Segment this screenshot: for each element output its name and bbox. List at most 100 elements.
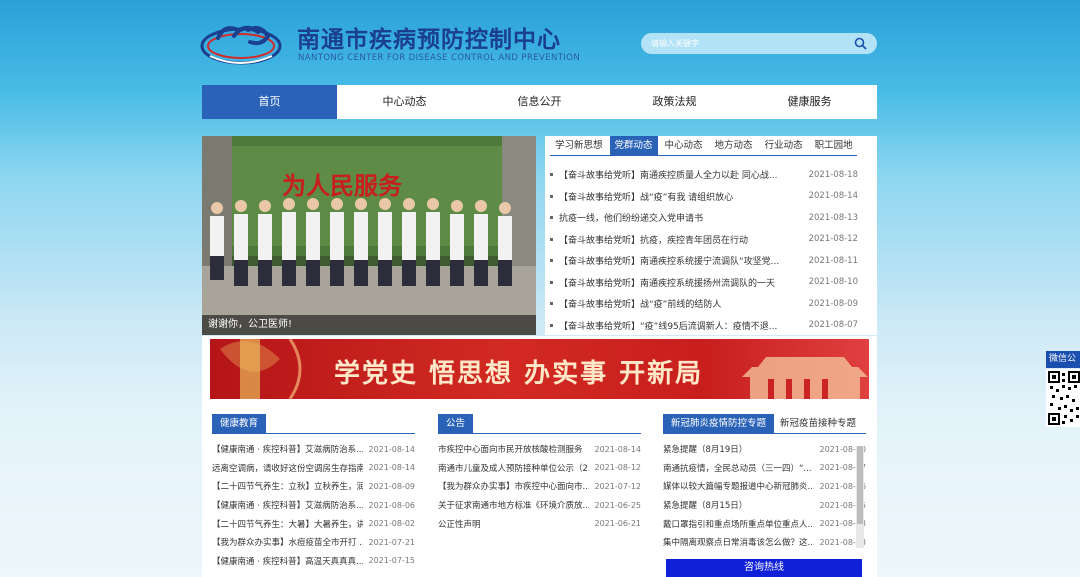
item-title[interactable]: 集中隔离观察点日常消毒该怎么做？这...: [663, 536, 814, 548]
news-item[interactable]: 【奋斗故事给党听】战“疫”前线的结防人 2021-08-09: [550, 293, 858, 315]
health-education-column: 健康教育 【健康南通 · 疾控科普】艾滋病防治系... 2021-08-14 远离…: [212, 414, 415, 570]
news-item[interactable]: 【奋斗故事给党听】南通疾控系统援宁流调队“攻坚党... 2021-08-11: [550, 250, 858, 272]
list-item[interactable]: 紧急提醒（8月19日） 2021-08-20: [663, 440, 866, 459]
news-date: 2021-08-14: [808, 191, 858, 202]
item-date: 2021-08-12: [594, 463, 642, 473]
item-title[interactable]: 【健康南通 · 疾控科普】艾滋病防治系...: [212, 443, 363, 455]
item-title[interactable]: 【健康南通 · 疾控科普】高温天真真真...: [212, 555, 363, 567]
list-item[interactable]: 关于征求南通市地方标准《环境介质放... 2021-06-25: [438, 496, 641, 515]
news-title[interactable]: 【奋斗故事给党听】南通疾控系统援宁流调队“攻坚党...: [559, 254, 803, 267]
photo-caption[interactable]: 谢谢你，公卫医师!: [202, 315, 536, 335]
bullet-icon: [550, 237, 553, 241]
news-item[interactable]: 【奋斗故事给党听】南通疾控系统援扬州流调队的一天 2021-08-10: [550, 272, 858, 294]
news-item[interactable]: 抗疫一线，他们纷纷递交入党申请书 2021-08-13: [550, 207, 858, 229]
news-date: 2021-08-12: [808, 234, 858, 245]
item-date: 2021-08-14: [368, 444, 416, 454]
item-title[interactable]: 市疾控中心面向市民开放核酸检测服务: [438, 443, 589, 455]
news-date: 2021-08-07: [808, 320, 858, 331]
item-title[interactable]: 紧急提醒（8月19日）: [663, 443, 814, 455]
item-date: 2021-07-21: [368, 537, 416, 547]
list-item[interactable]: 【我为群众办实事】市疾控中心面向市... 2021-07-12: [438, 477, 641, 496]
news-date: 2021-08-09: [808, 298, 858, 309]
news-title[interactable]: 【奋斗故事给党听】战“疫”前线的结防人: [559, 297, 803, 310]
list-item[interactable]: 南通市儿童及成人预防接种单位公示（2... 2021-08-12: [438, 459, 641, 478]
search-input[interactable]: [651, 36, 841, 51]
site-title: 南通市疾病预防控制中心: [297, 27, 561, 53]
banner: 学党史 悟思想 办实事 开新局: [202, 336, 877, 402]
nav-item-health-service[interactable]: 健康服务: [742, 85, 877, 119]
tab-covid-prevention[interactable]: 新冠肺炎疫情防控专题: [663, 414, 775, 434]
item-title[interactable]: 南通抗疫情，全民总动员（三一四）“...: [663, 462, 814, 474]
list-item[interactable]: 南通抗疫情，全民总动员（三一四）“... 2021-08-17: [663, 459, 866, 478]
news-date: 2021-08-10: [808, 277, 858, 288]
item-title[interactable]: 媒体以较大篇幅专题报道中心新冠肺炎...: [663, 480, 814, 492]
item-title[interactable]: 【我为群众办实事】水痘疫苗全市开打 ...: [212, 536, 363, 548]
tab-covid-vaccine[interactable]: 新冠疫苗接种专题: [774, 414, 862, 434]
notice-column: 公告 市疾控中心面向市民开放核酸检测服务 2021-08-14 南通市儿童及成人预…: [438, 414, 641, 533]
list-item[interactable]: 市疾控中心面向市民开放核酸检测服务 2021-08-14: [438, 440, 641, 459]
hotline-button[interactable]: 咨询热线: [666, 559, 862, 577]
item-title[interactable]: 【我为群众办实事】市疾控中心面向市...: [438, 480, 589, 492]
item-title[interactable]: 关于征求南通市地方标准《环境介质放...: [438, 499, 589, 511]
site-subtitle: NANTONG CENTER FOR DISEASE CONTROL AND P…: [298, 53, 581, 63]
bullet-icon: [550, 216, 553, 220]
list-item[interactable]: 集中隔离观察点日常消毒该怎么做？这... 2021-08-13: [663, 533, 866, 552]
item-date: 2021-08-14: [594, 444, 642, 454]
list-item[interactable]: 紧急提醒（8月15日） 2021-08-15: [663, 496, 866, 515]
party-history-banner[interactable]: 学党史 悟思想 办实事 开新局: [210, 339, 869, 399]
tab-staff[interactable]: 职工园地: [810, 136, 858, 155]
featured-photo[interactable]: 为人民服务 谢谢你，公卫医师!: [202, 136, 536, 335]
list-item[interactable]: 媒体以较大篇幅专题报道中心新冠肺炎... 2021-08-16: [663, 477, 866, 496]
tab-industry[interactable]: 行业动态: [760, 136, 808, 155]
item-title[interactable]: 【健康南通 · 疾控科普】艾滋病防治系...: [212, 499, 363, 511]
list-item[interactable]: 【健康南通 · 疾控科普】艾滋病防治系... 2021-08-14: [212, 440, 415, 459]
list-item[interactable]: 【健康南通 · 疾控科普】高温天真真真... 2021-07-15: [212, 552, 415, 571]
item-title[interactable]: 【二十四节气养生：大暑】大暑养生，讲...: [212, 518, 363, 530]
news-item[interactable]: 【奋斗故事给党听】南通疾控质量人全力以赴 同心战... 2021-08-18: [550, 164, 858, 186]
tab-party[interactable]: 党群动态: [609, 136, 658, 155]
item-title[interactable]: 【二十四节气养生：立秋】立秋养生，润...: [212, 480, 363, 492]
tab-center[interactable]: 中心动态: [660, 136, 708, 155]
nav-item-home[interactable]: 首页: [202, 85, 337, 119]
news-date: 2021-08-13: [808, 212, 858, 223]
banner-text: 学党史 悟思想 办实事 开新局: [334, 359, 704, 389]
covid-column: 新冠肺炎疫情防控专题 新冠疫苗接种专题 紧急提醒（8月19日） 2021-08-20…: [663, 414, 866, 552]
news-title[interactable]: 抗疫一线，他们纷纷递交入党申请书: [559, 211, 803, 224]
news-title[interactable]: 【奋斗故事给党听】抗疫，疾控青年团员在行动: [559, 233, 803, 246]
item-title[interactable]: 戴口罩指引和重点场所重点单位重点人...: [663, 518, 814, 530]
nav-item-center-news[interactable]: 中心动态: [337, 85, 472, 119]
tab-health-education[interactable]: 健康教育: [212, 414, 267, 434]
tab-study[interactable]: 学习新思想: [550, 136, 608, 155]
tab-notice[interactable]: 公告: [438, 414, 474, 434]
search-icon[interactable]: [854, 37, 867, 50]
wechat-qr-icon[interactable]: [1046, 369, 1080, 427]
wechat-label[interactable]: 微信公: [1046, 351, 1080, 368]
item-date: 2021-07-12: [594, 481, 642, 491]
list-item[interactable]: 远离空调病，请收好这份空调房生存指南 2021-08-14: [212, 459, 415, 478]
news-panel: 学习新思想 党群动态 中心动态 地方动态 行业动态 职工园地 【奋斗故事给党听】…: [545, 136, 877, 335]
list-item[interactable]: 公正性声明 2021-06-21: [438, 514, 641, 533]
list-item[interactable]: 【健康南通 · 疾控科普】艾滋病防治系... 2021-08-06: [212, 496, 415, 515]
news-title[interactable]: 【奋斗故事给党听】“疫”线95后流调新人：疫情不退...: [559, 319, 803, 332]
list-item[interactable]: 【我为群众办实事】水痘疫苗全市开打 ... 2021-07-21: [212, 533, 415, 552]
list-item[interactable]: 【二十四节气养生：立秋】立秋养生，润... 2021-08-09: [212, 477, 415, 496]
item-title[interactable]: 远离空调病，请收好这份空调房生存指南: [212, 462, 363, 474]
list-item[interactable]: 戴口罩指引和重点场所重点单位重点人... 2021-08-13: [663, 514, 866, 533]
item-title[interactable]: 公正性声明: [438, 518, 589, 530]
nav-item-policy[interactable]: 政策法规: [607, 85, 742, 119]
news-item[interactable]: 【奋斗故事给党听】“疫”线95后流调新人：疫情不退... 2021-08-07: [550, 315, 858, 337]
cdc-logo-icon[interactable]: [200, 18, 282, 66]
news-title[interactable]: 【奋斗故事给党听】南通疾控质量人全力以赴 同心战...: [559, 168, 803, 181]
item-title[interactable]: 南通市儿童及成人预防接种单位公示（2...: [438, 462, 589, 474]
tab-local[interactable]: 地方动态: [710, 136, 758, 155]
item-title[interactable]: 紧急提醒（8月15日）: [663, 499, 814, 511]
item-date: 2021-08-02: [368, 519, 416, 529]
scrollbar-thumb[interactable]: [857, 446, 863, 524]
covid-list-scrollbar[interactable]: [856, 446, 864, 548]
news-item[interactable]: 【奋斗故事给党听】战“疫”有我 请组织放心 2021-08-14: [550, 186, 858, 208]
nav-item-info-public[interactable]: 信息公开: [472, 85, 607, 119]
list-item[interactable]: 【二十四节气养生：大暑】大暑养生，讲... 2021-08-02: [212, 514, 415, 533]
news-item[interactable]: 【奋斗故事给党听】抗疫，疾控青年团员在行动 2021-08-12: [550, 229, 858, 251]
news-title[interactable]: 【奋斗故事给党听】战“疫”有我 请组织放心: [559, 190, 803, 203]
news-title[interactable]: 【奋斗故事给党听】南通疾控系统援扬州流调队的一天: [559, 276, 803, 289]
